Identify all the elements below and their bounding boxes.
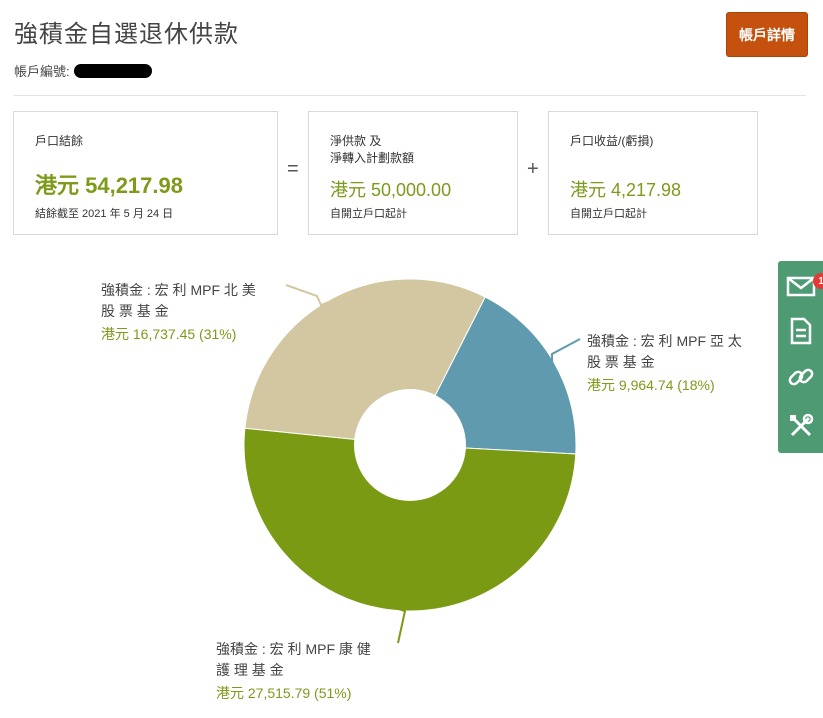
gain-note: 自開立戶口起計 (570, 208, 647, 220)
fund-allocation-donut-chart: 強積金 : 宏 利 MPF 亞 太股 票 基 金港元 9,964.74 (18%… (101, 278, 742, 701)
mail-badge: 1 (813, 273, 823, 289)
header-divider (14, 95, 806, 96)
balance-note: 結餘截至 2021 年 5 月 24 日 (35, 208, 174, 220)
equals-sign: = (287, 158, 299, 180)
document-button[interactable] (784, 314, 818, 348)
balance-label: 戶口結餘 (35, 134, 84, 148)
slice-label-2-line1: 強積金 : 宏 利 MPF 康 健 (216, 641, 371, 657)
floating-toolbar: 1 (778, 261, 823, 453)
slice-label-3-line1: 強積金 : 宏 利 MPF 北 美 (101, 282, 256, 298)
leader-line-2 (396, 607, 407, 644)
gain-card: 戶口收益/(虧損) 港元 4,217.98 自開立戶口起計 (548, 111, 758, 235)
link-button[interactable] (784, 360, 818, 394)
slice-label-1-line2: 股 票 基 金 (587, 354, 655, 370)
donut-hole (354, 389, 466, 501)
contributions-label: 淨供款 及 淨轉入計劃款額 (330, 134, 415, 165)
account-number-label: 帳戶編號: (14, 64, 70, 79)
account-details-button[interactable]: 帳戶詳情 (726, 12, 808, 57)
slice-value-2: 港元 27,515.79 (51%) (216, 685, 351, 701)
slice-value-1: 港元 9,964.74 (18%) (587, 377, 715, 393)
leader-line-3 (285, 284, 332, 307)
slice-value-3: 港元 16,737.45 (31%) (101, 326, 236, 342)
contributions-note: 自開立戶口起計 (330, 208, 407, 220)
slice-label-1-line1: 強積金 : 宏 利 MPF 亞 太 (587, 333, 742, 349)
account-number-redacted (73, 63, 152, 78)
gain-label: 戶口收益/(虧損) (570, 134, 654, 148)
account-number-row: 帳戶編號: (14, 61, 152, 80)
balance-card: 戶口結餘 港元 54,217.98 結餘截至 2021 年 5 月 24 日 (13, 111, 278, 235)
tools-button[interactable] (784, 409, 818, 443)
link-icon (788, 368, 814, 386)
mail-button[interactable]: 1 (784, 269, 823, 303)
page-title: 強積金自選退休供款 (14, 21, 239, 48)
plus-sign: + (527, 158, 539, 180)
document-icon (790, 317, 812, 345)
tools-icon (790, 413, 814, 437)
contributions-amount: 港元 50,000.00 (330, 180, 452, 200)
slice-label-3-line2: 股 票 基 金 (101, 303, 169, 319)
contributions-card: 淨供款 及 淨轉入計劃款額 港元 50,000.00 自開立戶口起計 (308, 111, 518, 235)
slice-label-2-line2: 護 理 基 金 (216, 662, 284, 678)
mail-icon (786, 276, 816, 297)
gain-amount: 港元 4,217.98 (570, 180, 682, 200)
leader-line-1 (550, 338, 581, 364)
balance-amount: 港元 54,217.98 (35, 173, 183, 198)
